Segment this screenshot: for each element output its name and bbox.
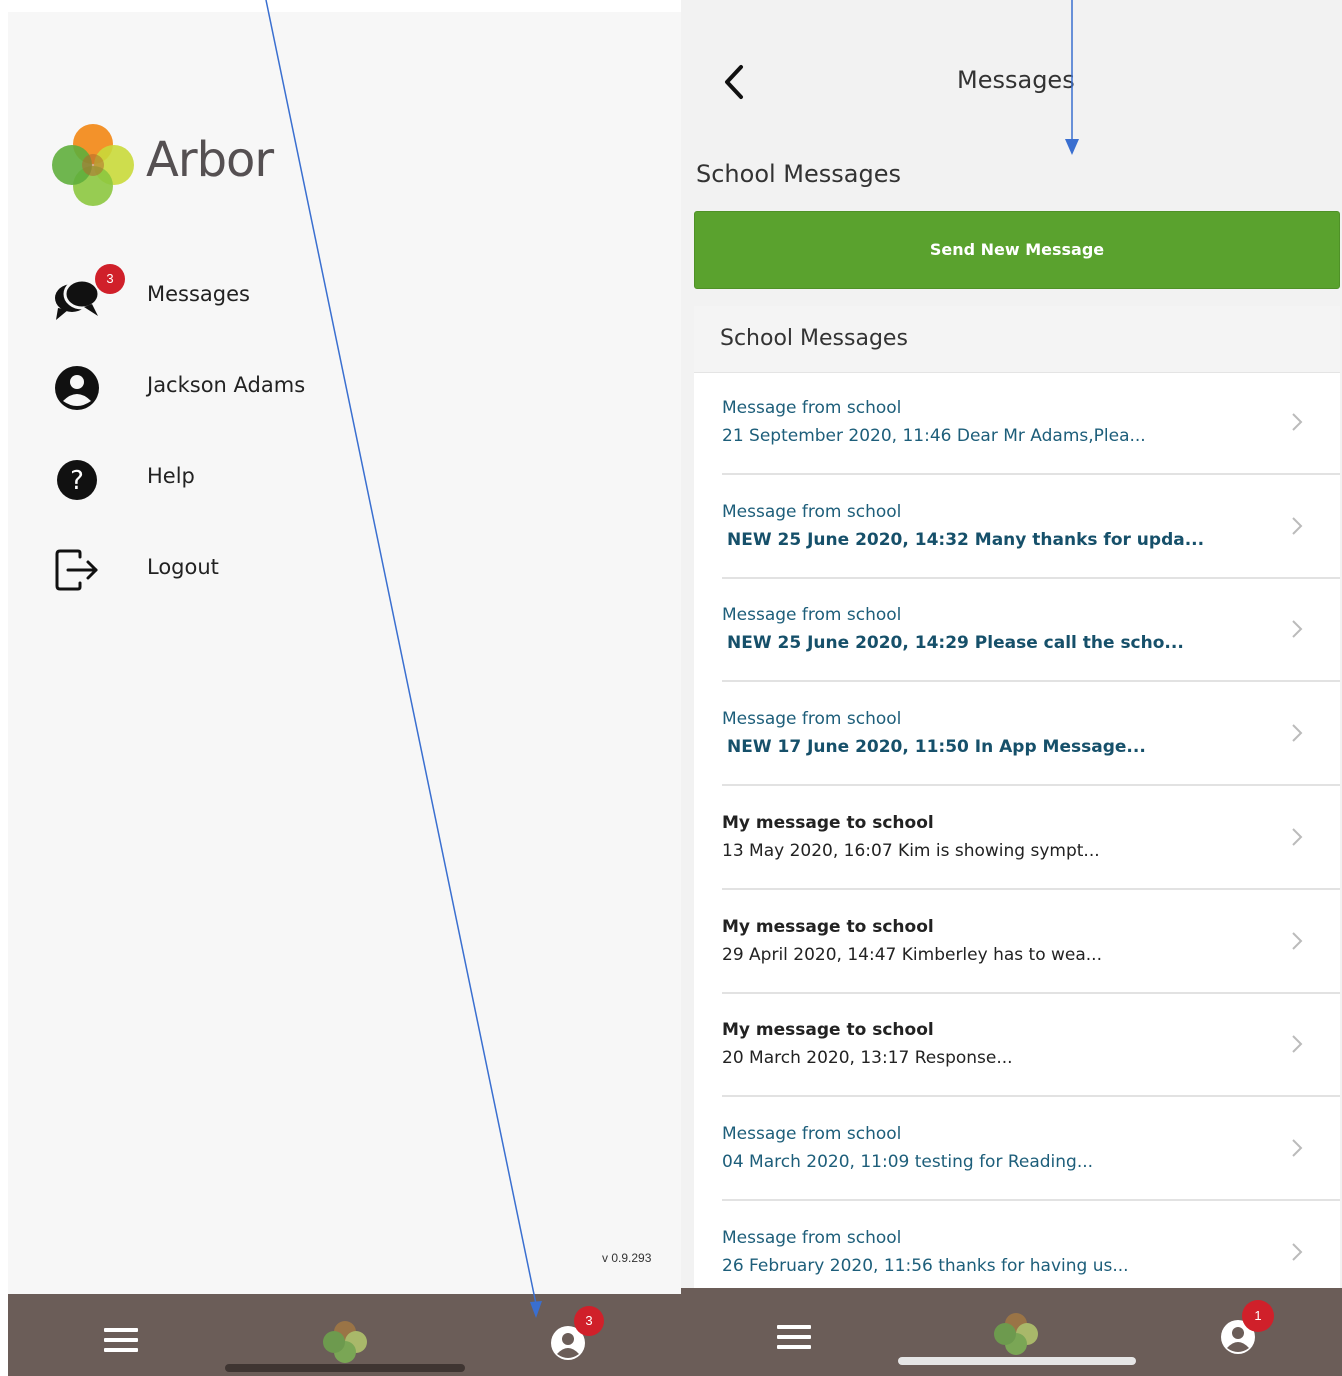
profile-notification-badge: 3 bbox=[574, 1306, 604, 1336]
message-title: My message to school bbox=[722, 917, 934, 937]
messages-screen: Messages School Messages Send New Messag… bbox=[681, 0, 1342, 1288]
row-divider bbox=[722, 1199, 1340, 1201]
message-row[interactable]: My message to school 13 May 2020, 16:07 … bbox=[694, 787, 1340, 890]
row-divider bbox=[722, 680, 1340, 682]
chevron-right-icon bbox=[1292, 620, 1303, 638]
message-title: Message from school bbox=[722, 398, 902, 418]
chevron-right-icon bbox=[1292, 413, 1303, 431]
page-title: Messages bbox=[957, 66, 1075, 94]
menu-item-label: Jackson Adams bbox=[147, 373, 306, 397]
message-preview: NEW 25 June 2020, 14:29 Please call the … bbox=[727, 633, 1184, 653]
back-arrow-icon[interactable] bbox=[719, 62, 749, 102]
menu-item-profile[interactable]: Jackson Adams bbox=[52, 357, 452, 417]
logout-icon bbox=[55, 549, 98, 591]
message-row[interactable]: Message from school NEW 17 June 2020, 11… bbox=[694, 683, 1340, 786]
message-preview: 26 February 2020, 11:56 thanks for havin… bbox=[722, 1256, 1129, 1276]
arbor-logo-icon bbox=[52, 124, 134, 206]
section-title: School Messages bbox=[696, 160, 901, 188]
message-row[interactable]: Message from school NEW 25 June 2020, 14… bbox=[694, 579, 1340, 682]
chevron-right-icon bbox=[1292, 932, 1303, 950]
menu-item-help[interactable]: ? Help bbox=[52, 448, 452, 508]
bottom-nav-bar-right: 1 bbox=[681, 1288, 1342, 1376]
menu-item-label: Help bbox=[147, 464, 195, 488]
message-title: My message to school bbox=[722, 813, 934, 833]
message-row[interactable]: Message from school NEW 25 June 2020, 14… bbox=[694, 476, 1340, 579]
message-preview: 21 September 2020, 11:46 Dear Mr Adams,P… bbox=[722, 426, 1146, 446]
side-menu-panel: Arbor 3 Messages Jackson Adams ? Help Lo… bbox=[8, 12, 681, 1294]
arbor-home-icon[interactable] bbox=[993, 1312, 1039, 1356]
list-header-title: School Messages bbox=[720, 326, 908, 351]
chevron-right-icon bbox=[1292, 1243, 1303, 1261]
home-indicator bbox=[225, 1364, 465, 1372]
message-title: My message to school bbox=[722, 1020, 934, 1040]
menu-item-messages[interactable]: 3 Messages bbox=[52, 264, 452, 326]
chevron-right-icon bbox=[1292, 724, 1303, 742]
message-title: Message from school bbox=[722, 1124, 902, 1144]
row-divider bbox=[722, 473, 1340, 475]
message-row[interactable]: Message from school 26 February 2020, 11… bbox=[694, 1202, 1340, 1288]
message-preview: 20 March 2020, 13:17 Response... bbox=[722, 1048, 1013, 1068]
user-circle-icon bbox=[55, 366, 99, 410]
profile-notification-badge: 1 bbox=[1242, 1300, 1274, 1332]
message-title: Message from school bbox=[722, 1228, 902, 1248]
menu-item-logout[interactable]: Logout bbox=[52, 539, 452, 599]
chevron-right-icon bbox=[1292, 1035, 1303, 1053]
brand-name: Arbor bbox=[146, 132, 274, 188]
row-divider bbox=[722, 888, 1340, 890]
menu-item-label: Messages bbox=[147, 282, 250, 306]
send-new-message-button[interactable]: Send New Message bbox=[694, 211, 1340, 289]
app-version: v 0.9.293 bbox=[602, 1251, 652, 1265]
message-row[interactable]: My message to school 20 March 2020, 13:1… bbox=[694, 994, 1340, 1097]
list-header: School Messages bbox=[694, 306, 1340, 373]
svg-text:?: ? bbox=[70, 466, 84, 496]
message-preview: 29 April 2020, 14:47 Kimberley has to we… bbox=[722, 945, 1102, 965]
chevron-right-icon bbox=[1292, 1139, 1303, 1157]
hamburger-menu-icon[interactable] bbox=[777, 1325, 811, 1349]
message-preview: NEW 25 June 2020, 14:32 Many thanks for … bbox=[727, 530, 1205, 550]
chevron-right-icon bbox=[1292, 828, 1303, 846]
row-divider bbox=[722, 1095, 1340, 1097]
message-title: Message from school bbox=[722, 709, 902, 729]
message-preview: 04 March 2020, 11:09 testing for Reading… bbox=[722, 1152, 1094, 1172]
chevron-right-icon bbox=[1292, 517, 1303, 535]
messages-list: School Messages Message from school 21 S… bbox=[694, 306, 1340, 1288]
home-indicator bbox=[898, 1357, 1136, 1365]
message-title: Message from school bbox=[722, 605, 902, 625]
message-preview: 13 May 2020, 16:07 Kim is showing sympt.… bbox=[722, 841, 1100, 861]
menu-item-label: Logout bbox=[147, 555, 219, 579]
bottom-nav-bar-left: 3 bbox=[8, 1294, 681, 1376]
message-row[interactable]: My message to school 29 April 2020, 14:4… bbox=[694, 891, 1340, 994]
messages-badge: 3 bbox=[95, 264, 125, 294]
row-divider bbox=[722, 784, 1340, 786]
message-preview: NEW 17 June 2020, 11:50 In App Message..… bbox=[727, 737, 1146, 757]
question-circle-icon: ? bbox=[57, 460, 97, 500]
message-row[interactable]: Message from school 21 September 2020, 1… bbox=[694, 372, 1340, 475]
message-title: Message from school bbox=[722, 502, 902, 522]
arbor-home-icon[interactable] bbox=[322, 1320, 368, 1364]
message-row[interactable]: Message from school 04 March 2020, 11:09… bbox=[694, 1098, 1340, 1201]
hamburger-menu-icon[interactable] bbox=[104, 1328, 138, 1352]
